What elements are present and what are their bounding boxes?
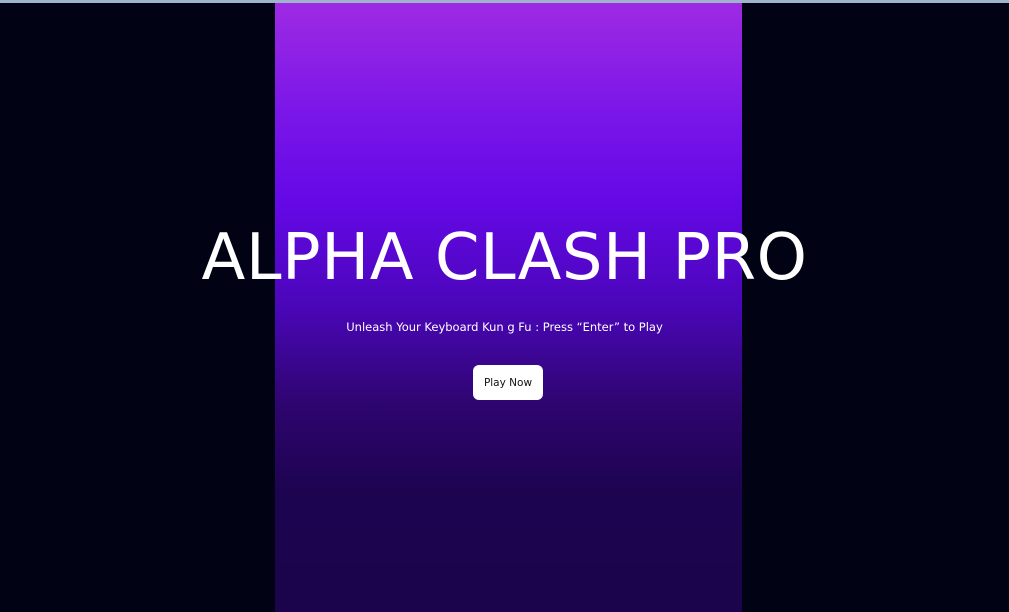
game-title: ALPHA CLASH PRO	[201, 221, 808, 295]
play-now-button[interactable]: Play Now	[473, 365, 543, 400]
home-screen: ALPHA CLASH PRO Unleash Your Keyboard Ku…	[0, 3, 1009, 612]
hero-section: ALPHA CLASH PRO Unleash Your Keyboard Ku…	[0, 3, 1009, 612]
game-tagline: Unleash Your Keyboard Kun g Fu : Press “…	[346, 320, 663, 334]
